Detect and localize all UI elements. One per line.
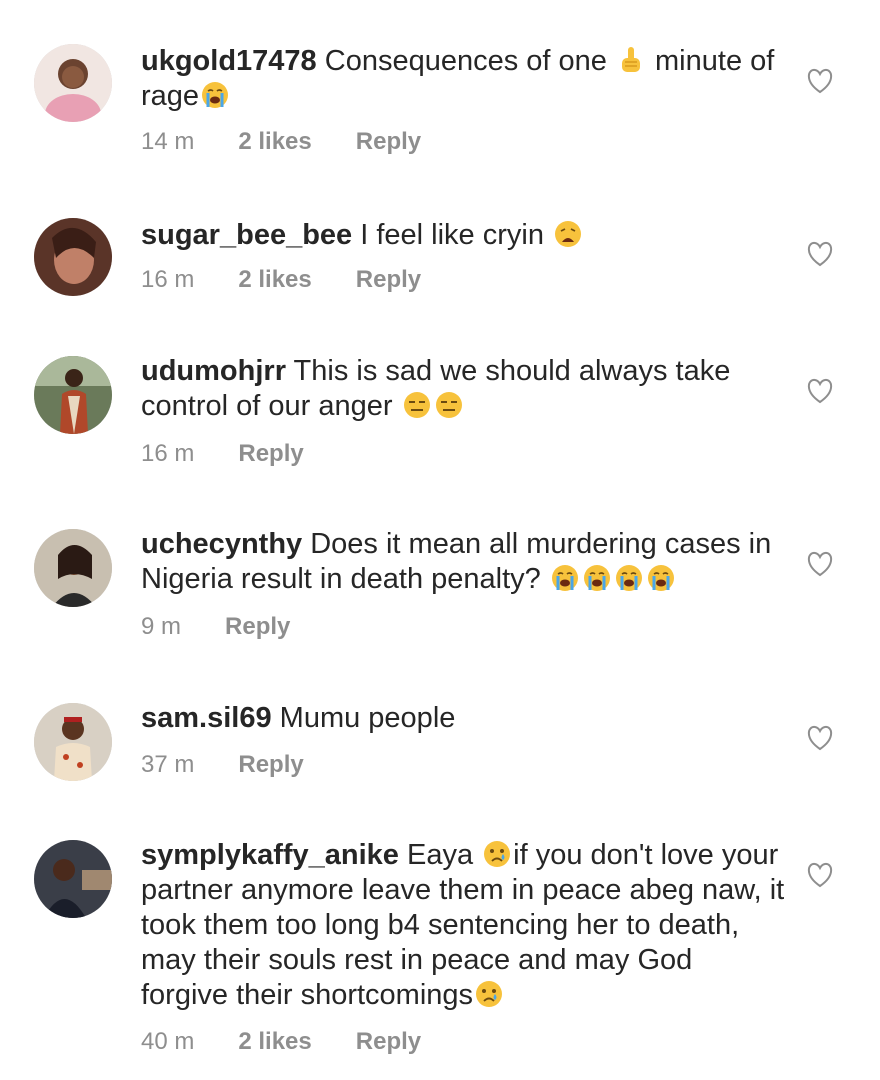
comment-text: udumohjrr This is sad we should always t… [141, 354, 786, 424]
comment-body: I feel like cryin [360, 219, 553, 251]
weary-face-emoji-icon [553, 219, 583, 249]
heart-icon[interactable] [806, 68, 834, 94]
comment-username[interactable]: uchecynthy [141, 528, 302, 560]
comment-body: Eaya [407, 839, 482, 871]
likes-count[interactable]: 2 likes [238, 266, 311, 294]
heart-icon[interactable] [806, 725, 834, 751]
comment-text: sam.sil69 Mumu people [141, 701, 786, 736]
reply-button[interactable]: Reply [225, 613, 290, 641]
comment-meta: 40 m 2 likes Reply [141, 1028, 465, 1056]
loudly-crying-emoji-icon [646, 563, 676, 593]
comment-timestamp: 16 m [141, 266, 195, 293]
avatar[interactable] [34, 529, 112, 607]
comment-username[interactable]: symplykaffy_anike [141, 839, 399, 871]
reply-button[interactable]: Reply [238, 440, 303, 468]
pointing-up-emoji-icon [616, 45, 646, 75]
comment-timestamp: 9 m [141, 613, 182, 640]
avatar[interactable] [34, 218, 112, 296]
avatar[interactable] [34, 356, 112, 434]
comment-username[interactable]: ukgold17478 [141, 45, 317, 77]
likes-count[interactable]: 2 likes [238, 1028, 311, 1056]
comment-text: ukgold17478 Consequences of one minute o… [141, 44, 786, 114]
likes-count[interactable]: 2 likes [238, 128, 311, 156]
reply-button[interactable]: Reply [356, 128, 421, 156]
comment-meta: 16 m Reply [141, 440, 348, 468]
comment-meta: 14 m 2 likes Reply [141, 128, 465, 156]
comment-text: uchecynthy Does it mean all murdering ca… [141, 527, 786, 597]
comment-timestamp: 37 m [141, 751, 195, 778]
comment-text: symplykaffy_anike Eaya if you don't love… [141, 838, 786, 1013]
loudly-crying-emoji-icon [200, 80, 230, 110]
heart-icon[interactable] [806, 862, 834, 888]
comment-username[interactable]: sugar_bee_bee [141, 219, 352, 251]
crying-face-emoji-icon [474, 979, 504, 1009]
loudly-crying-emoji-icon [550, 563, 580, 593]
comment-body: Consequences of one [324, 45, 615, 77]
comment-timestamp: 40 m [141, 1028, 195, 1055]
loudly-crying-emoji-icon [614, 563, 644, 593]
expressionless-face-emoji-icon [434, 390, 464, 420]
heart-icon[interactable] [806, 551, 834, 577]
reply-button[interactable]: Reply [356, 266, 421, 294]
heart-icon[interactable] [806, 378, 834, 404]
comment-timestamp: 16 m [141, 440, 195, 467]
avatar[interactable] [34, 44, 112, 122]
reply-button[interactable]: Reply [238, 751, 303, 779]
loudly-crying-emoji-icon [582, 563, 612, 593]
heart-icon[interactable] [806, 241, 834, 267]
comment-username[interactable]: udumohjrr [141, 355, 286, 387]
comment-meta: 9 m Reply [141, 613, 334, 641]
avatar[interactable] [34, 703, 112, 781]
crying-face-emoji-icon [482, 839, 512, 869]
comment-body: Mumu people [279, 702, 456, 734]
reply-button[interactable]: Reply [356, 1028, 421, 1056]
comment-username[interactable]: sam.sil69 [141, 702, 272, 734]
comment-meta: 16 m 2 likes Reply [141, 266, 465, 294]
avatar[interactable] [34, 840, 112, 918]
comment-timestamp: 14 m [141, 128, 195, 155]
comment-text: sugar_bee_bee I feel like cryin [141, 218, 786, 253]
comment-meta: 37 m Reply [141, 751, 348, 779]
expressionless-face-emoji-icon [402, 390, 432, 420]
